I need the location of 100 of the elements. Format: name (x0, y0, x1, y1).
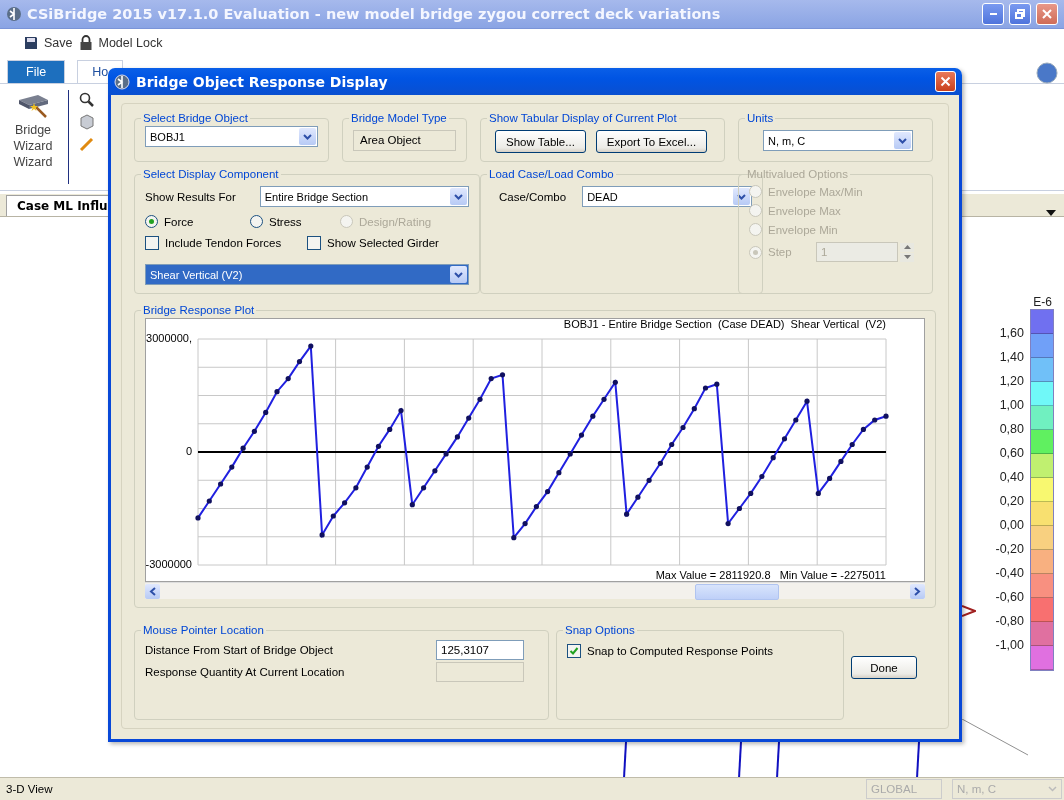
data-point (296, 359, 303, 365)
caret-icon (454, 271, 463, 278)
data-point (533, 504, 539, 510)
quick-access-label[interactable]: Save (44, 36, 73, 50)
dropdown[interactable]: N, m, C (763, 130, 913, 151)
done-button[interactable]: Done (851, 656, 917, 679)
dropdown[interactable]: BOBJ1 (145, 126, 318, 147)
close-button[interactable] (935, 71, 956, 92)
cube-icon[interactable] (79, 114, 95, 130)
dropdown[interactable]: Entire Bridge Section (259, 186, 469, 207)
data-point (454, 434, 460, 440)
data-point (815, 490, 821, 496)
data-point (590, 413, 596, 419)
axis-tick-label: -3000000 (146, 557, 192, 570)
data-point (680, 424, 686, 431)
caret-icon (303, 133, 312, 140)
max-min-label: Max Value = 2811920.8 Min Value = -2275011 (655, 569, 886, 581)
data-point (657, 460, 663, 466)
legend-label: 0,20 (999, 493, 1024, 510)
restore-icon (1014, 8, 1026, 20)
scrollbar-thumb[interactable] (695, 583, 779, 600)
group-label: Bridge Response Plot (142, 304, 256, 316)
scroll-right-icon[interactable] (914, 586, 921, 596)
checkbox[interactable]: Show Selected Girder (307, 236, 439, 250)
data-point (387, 426, 393, 432)
dialog-title: Bridge Object Response Display (136, 73, 389, 90)
data-point (714, 381, 720, 387)
restore-button[interactable] (1009, 3, 1031, 25)
data-point (646, 477, 652, 483)
dropdown[interactable]: DEAD (582, 186, 753, 207)
minimize-icon (989, 13, 997, 15)
group-label: Show Tabular Display of Current Plot (488, 112, 678, 124)
model-line (776, 742, 780, 778)
ribbon-button[interactable]: Bridge Wizard (8, 122, 58, 154)
field-label: Show Results For (145, 190, 236, 203)
data-point (251, 428, 257, 434)
field-label: Response Quantity At Current Location (145, 666, 345, 678)
app-logo-icon (6, 6, 22, 22)
data-point (353, 485, 359, 491)
close-button[interactable] (1036, 3, 1058, 25)
group-label: Units (746, 112, 775, 124)
data-point (827, 475, 833, 481)
legend-label: 0,60 (999, 445, 1024, 462)
data-point (443, 451, 449, 457)
group-label: Select Bridge Object (142, 112, 249, 124)
caret-icon (1048, 786, 1057, 792)
dropdown[interactable]: Shear Vertical (V2) (145, 264, 469, 285)
radio-button[interactable]: Stress (250, 215, 302, 228)
horizontal-scrollbar[interactable] (145, 582, 925, 599)
save-icon[interactable] (24, 36, 38, 50)
data-point (421, 485, 427, 491)
legend-exponent: E-6 (1033, 295, 1052, 309)
data-point (229, 464, 235, 470)
dropdown-arrow-icon[interactable] (1046, 210, 1056, 216)
button[interactable]: Show Table... (495, 130, 586, 153)
data-point (206, 498, 212, 504)
data-point (342, 500, 348, 506)
model-edge-line (962, 719, 1029, 756)
data-point (725, 521, 731, 527)
close-icon (940, 76, 951, 87)
group-label: Load Case/Load Combo (488, 168, 615, 180)
button[interactable]: Export To Excel... (595, 130, 708, 153)
scroll-left-icon[interactable] (149, 586, 156, 596)
data-point (499, 372, 506, 378)
caret-icon (737, 193, 747, 200)
coordinate-system-field: GLOBAL (866, 779, 942, 799)
lock-icon[interactable] (78, 35, 93, 51)
data-point (375, 443, 382, 449)
radio-button[interactable]: Force (145, 215, 194, 228)
data-point (398, 408, 404, 414)
checkbox[interactable]: Snap to Computed Response Points (567, 644, 774, 658)
ribbon-tab[interactable]: File (7, 60, 66, 83)
minimize-button[interactable] (982, 3, 1004, 25)
field-label: Distance From Start of Bridge Object (145, 644, 333, 656)
data-point (488, 376, 494, 382)
quick-access-label[interactable]: Model Lock (98, 36, 163, 50)
data-point (218, 481, 224, 487)
data-point (838, 458, 844, 464)
data-point (319, 532, 325, 538)
legend-label: 1,60 (999, 325, 1024, 342)
data-point (601, 396, 607, 402)
legend-label: 1,00 (999, 397, 1024, 414)
data-point (263, 409, 269, 415)
group-label: Snap Options (564, 624, 636, 636)
status-text: 3-D View (5, 783, 54, 795)
pencil-icon[interactable] (79, 136, 95, 152)
spin-buttons[interactable] (900, 242, 914, 262)
value-field[interactable]: 125,3107 (436, 640, 524, 660)
zoom-icon[interactable] (79, 92, 95, 108)
model-line (916, 742, 920, 778)
data-point (759, 473, 765, 480)
axis-tick-label: 3000000, (146, 331, 192, 344)
model-line (623, 742, 627, 778)
data-point (308, 343, 314, 349)
checkbox[interactable]: Include Tendon Forces (145, 236, 282, 250)
data-point (195, 515, 201, 521)
data-point (330, 513, 336, 519)
legend-label: 1,40 (999, 349, 1024, 366)
data-point (522, 521, 528, 527)
legend-label: -0,60 (995, 589, 1024, 606)
